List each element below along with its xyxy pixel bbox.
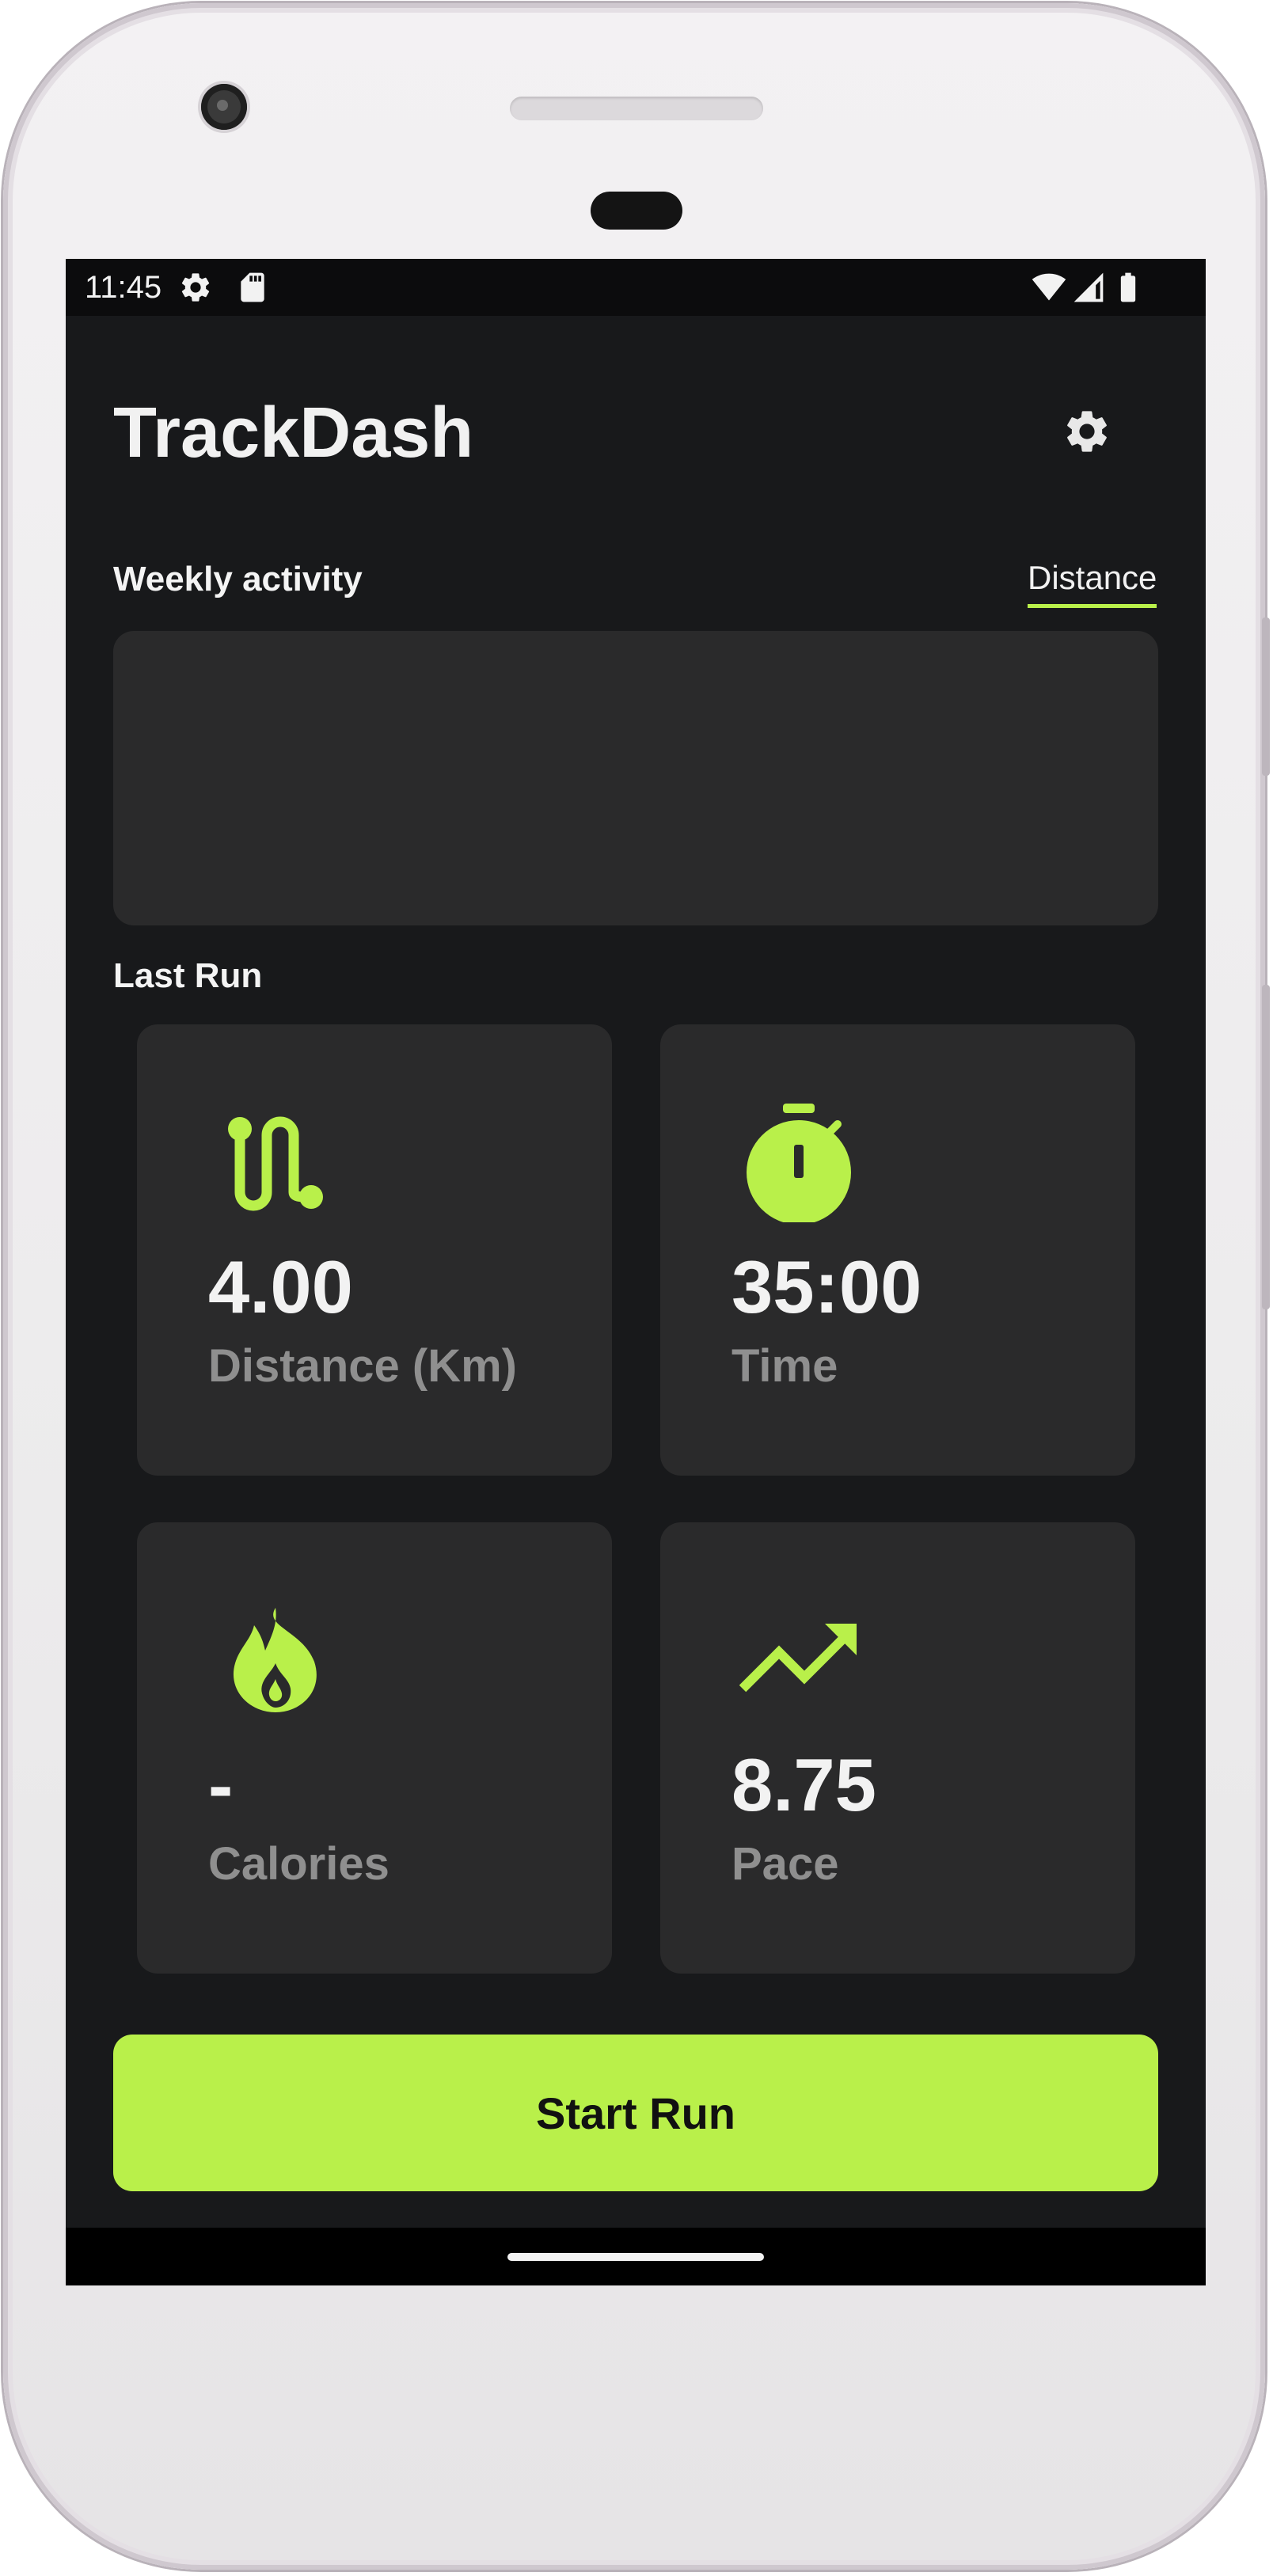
- settings-button[interactable]: [1047, 393, 1127, 473]
- time-label: Time: [732, 1340, 838, 1392]
- stat-card-calories: - Calories: [137, 1522, 612, 1974]
- time-value: 35:00: [732, 1245, 922, 1328]
- last-run-heading: Last Run: [113, 956, 263, 995]
- phone-frame: 11:45 TrackDash Weekly activity Distance…: [3, 3, 1270, 2570]
- stat-card-time: 35:00 Time: [660, 1024, 1135, 1476]
- stopwatch-icon: [739, 1104, 858, 1225]
- app-screen: 11:45 TrackDash Weekly activity Distance…: [66, 259, 1206, 2285]
- pace-value: 8.75: [732, 1743, 876, 1826]
- weekly-activity-chart: [113, 631, 1158, 925]
- weekly-activity-heading: Weekly activity: [113, 560, 363, 598]
- volume-button: [1262, 985, 1270, 1309]
- pace-label: Pace: [732, 1838, 839, 1890]
- sd-card-icon: [235, 270, 270, 305]
- start-run-button[interactable]: Start Run: [113, 2035, 1158, 2191]
- stat-card-pace: 8.75 Pace: [660, 1522, 1135, 1974]
- signal-icon: [1071, 270, 1106, 305]
- wifi-icon: [1032, 270, 1066, 305]
- trend-icon: [739, 1601, 858, 1720]
- proximity-sensor: [591, 192, 682, 230]
- tab-distance[interactable]: Distance: [1028, 558, 1157, 608]
- battery-icon: [1111, 270, 1146, 305]
- stat-card-distance: 4.00 Distance (Km): [137, 1024, 612, 1476]
- flame-icon: [216, 1601, 335, 1720]
- calories-label: Calories: [208, 1838, 390, 1890]
- calories-value: -: [208, 1743, 234, 1826]
- home-indicator[interactable]: [507, 2253, 764, 2261]
- power-button: [1262, 617, 1270, 776]
- status-bar: 11:45: [66, 259, 1206, 316]
- gear-icon: [1062, 406, 1112, 461]
- status-time: 11:45: [85, 270, 162, 305]
- distance-value: 4.00: [208, 1245, 353, 1328]
- settings-gear-icon: [178, 270, 213, 305]
- distance-label: Distance (Km): [208, 1340, 517, 1392]
- route-icon: [216, 1104, 335, 1222]
- gesture-navigation-bar: [66, 2228, 1206, 2285]
- front-camera: [201, 84, 247, 130]
- app-title: TrackDash: [113, 393, 474, 473]
- earpiece-speaker: [510, 97, 763, 120]
